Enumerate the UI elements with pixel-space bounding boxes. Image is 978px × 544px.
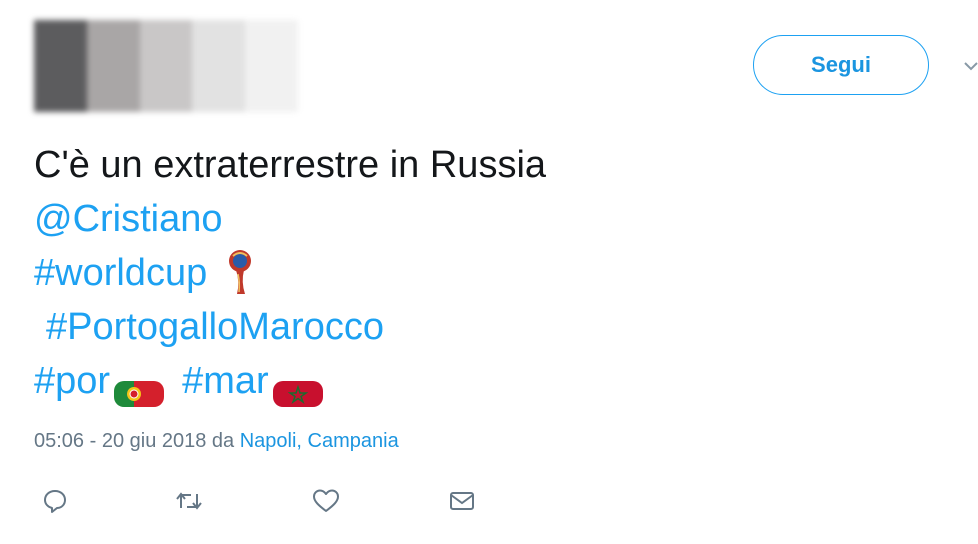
tweet-meta: 05:06 - 20 giu 2018 da Napoli, Campania xyxy=(34,430,399,453)
tweet-text: C'è un extraterrestre in Russia @Cristia… xyxy=(34,138,546,408)
follow-button[interactable]: Segui xyxy=(753,35,929,95)
blurred-author-info xyxy=(34,20,298,112)
hashtag-portogallo-marocco-link[interactable]: #PortogalloMarocco xyxy=(46,300,384,354)
tweet-text-content: C'è un extraterrestre in Russia xyxy=(34,144,547,186)
reply-icon[interactable] xyxy=(40,486,70,516)
hashtag-por-link[interactable]: #por xyxy=(34,354,110,408)
hashtag-worldcup-link[interactable]: #worldcup xyxy=(34,246,207,300)
mention-link[interactable]: @Cristiano xyxy=(34,192,223,246)
tweet-card: Segui C'è un extraterrestre in Russia @C… xyxy=(0,0,978,544)
heart-icon[interactable] xyxy=(311,486,341,516)
morocco-flag-icon xyxy=(272,368,323,407)
tweet-text-line: C'è un extraterrestre in Russia xyxy=(34,138,546,192)
chevron-down-icon[interactable] xyxy=(963,60,978,74)
location-link[interactable]: Napoli, Campania xyxy=(240,430,399,452)
tweet-timestamp[interactable]: 05:06 - 20 giu 2018 da xyxy=(34,430,240,452)
hashtag-mar-link[interactable]: #mar xyxy=(182,354,269,408)
world-cup-trophy-icon xyxy=(225,248,255,298)
retweet-icon[interactable] xyxy=(174,486,204,516)
envelope-icon[interactable] xyxy=(447,486,477,516)
portugal-flag-icon xyxy=(114,368,165,407)
